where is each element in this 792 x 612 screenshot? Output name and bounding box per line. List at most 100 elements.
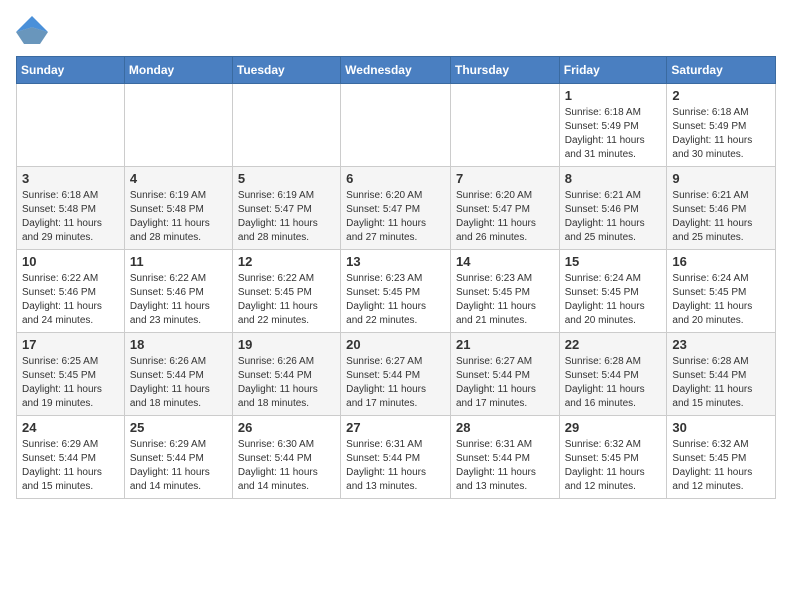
day-number: 10 [22,254,119,269]
day-info: Sunrise: 6:29 AM Sunset: 5:44 PM Dayligh… [130,438,227,494]
page-header [16,16,776,44]
day-info: Sunrise: 6:32 AM Sunset: 5:45 PM Dayligh… [672,438,770,494]
calendar-week-row: 3 Sunrise: 6:18 AM Sunset: 5:48 PM Daylig… [17,167,776,250]
calendar-cell: 30 Sunrise: 6:32 AM Sunset: 5:45 PM Dayli… [667,416,776,499]
day-number: 11 [130,254,227,269]
day-number: 29 [565,420,662,435]
calendar-table: SundayMondayTuesdayWednesdayThursdayFrid… [16,56,776,499]
calendar-cell: 19 Sunrise: 6:26 AM Sunset: 5:44 PM Dayli… [232,333,340,416]
calendar-body: 1 Sunrise: 6:18 AM Sunset: 5:49 PM Daylig… [17,84,776,499]
day-info: Sunrise: 6:19 AM Sunset: 5:47 PM Dayligh… [238,189,335,245]
day-info: Sunrise: 6:24 AM Sunset: 5:45 PM Dayligh… [565,272,662,328]
day-info: Sunrise: 6:19 AM Sunset: 5:48 PM Dayligh… [130,189,227,245]
header-day: Sunday [17,57,125,84]
day-number: 4 [130,171,227,186]
calendar-cell: 25Sunrise: 6:29 AM Sunset: 5:44 PM Dayli… [124,416,232,499]
day-number: 23 [672,337,770,352]
day-info: Sunrise: 6:32 AM Sunset: 5:45 PM Dayligh… [565,438,662,494]
calendar-cell: 10 Sunrise: 6:22 AM Sunset: 5:46 PM Dayli… [17,250,125,333]
calendar-cell: 23Sunrise: 6:28 AM Sunset: 5:44 PM Dayli… [667,333,776,416]
calendar-cell: 6 Sunrise: 6:20 AM Sunset: 5:47 PM Daylig… [341,167,451,250]
day-info: Sunrise: 6:20 AM Sunset: 5:47 PM Dayligh… [456,189,554,245]
calendar-cell: 16 Sunrise: 6:24 AM Sunset: 5:45 PM Dayli… [667,250,776,333]
day-number: 13 [346,254,445,269]
calendar-cell: 12 Sunrise: 6:22 AM Sunset: 5:45 PM Dayli… [232,250,340,333]
day-number: 24 [22,420,119,435]
day-info: Sunrise: 6:18 AM Sunset: 5:49 PM Dayligh… [565,106,662,162]
calendar-cell: 13 Sunrise: 6:23 AM Sunset: 5:45 PM Dayli… [341,250,451,333]
day-info: Sunrise: 6:27 AM Sunset: 5:44 PM Dayligh… [456,355,554,411]
day-number: 6 [346,171,445,186]
day-number: 19 [238,337,335,352]
day-number: 8 [565,171,662,186]
header-day: Friday [559,57,667,84]
day-info: Sunrise: 6:26 AM Sunset: 5:44 PM Dayligh… [238,355,335,411]
day-info: Sunrise: 6:22 AM Sunset: 5:46 PM Dayligh… [130,272,227,328]
calendar-cell: 22Sunrise: 6:28 AM Sunset: 5:44 PM Dayli… [559,333,667,416]
day-number: 2 [672,88,770,103]
calendar-cell [450,84,559,167]
day-number: 26 [238,420,335,435]
day-info: Sunrise: 6:20 AM Sunset: 5:47 PM Dayligh… [346,189,445,245]
day-number: 28 [456,420,554,435]
calendar-cell: 7 Sunrise: 6:20 AM Sunset: 5:47 PM Daylig… [450,167,559,250]
day-info: Sunrise: 6:31 AM Sunset: 5:44 PM Dayligh… [346,438,445,494]
calendar-cell: 28 Sunrise: 6:31 AM Sunset: 5:44 PM Dayli… [450,416,559,499]
day-number: 21 [456,337,554,352]
header-day: Tuesday [232,57,340,84]
calendar-cell [17,84,125,167]
logo [16,16,52,44]
calendar-cell: 3 Sunrise: 6:18 AM Sunset: 5:48 PM Daylig… [17,167,125,250]
day-number: 15 [565,254,662,269]
day-info: Sunrise: 6:29 AM Sunset: 5:44 PM Dayligh… [22,438,119,494]
day-info: Sunrise: 6:22 AM Sunset: 5:45 PM Dayligh… [238,272,335,328]
day-number: 20 [346,337,445,352]
day-number: 27 [346,420,445,435]
day-number: 30 [672,420,770,435]
day-info: Sunrise: 6:24 AM Sunset: 5:45 PM Dayligh… [672,272,770,328]
day-info: Sunrise: 6:28 AM Sunset: 5:44 PM Dayligh… [565,355,662,411]
day-number: 12 [238,254,335,269]
day-number: 9 [672,171,770,186]
calendar-cell: 8 Sunrise: 6:21 AM Sunset: 5:46 PM Daylig… [559,167,667,250]
calendar-cell: 1 Sunrise: 6:18 AM Sunset: 5:49 PM Daylig… [559,84,667,167]
calendar-week-row: 1 Sunrise: 6:18 AM Sunset: 5:49 PM Daylig… [17,84,776,167]
header-day: Wednesday [341,57,451,84]
header-day: Monday [124,57,232,84]
day-info: Sunrise: 6:21 AM Sunset: 5:46 PM Dayligh… [565,189,662,245]
day-number: 17 [22,337,119,352]
calendar-cell: 14 Sunrise: 6:23 AM Sunset: 5:45 PM Dayli… [450,250,559,333]
logo-icon [16,16,48,44]
day-info: Sunrise: 6:18 AM Sunset: 5:48 PM Dayligh… [22,189,119,245]
calendar-cell: 26Sunrise: 6:30 AM Sunset: 5:44 PM Dayli… [232,416,340,499]
day-number: 3 [22,171,119,186]
day-info: Sunrise: 6:18 AM Sunset: 5:49 PM Dayligh… [672,106,770,162]
day-number: 16 [672,254,770,269]
day-info: Sunrise: 6:23 AM Sunset: 5:45 PM Dayligh… [346,272,445,328]
calendar-week-row: 10 Sunrise: 6:22 AM Sunset: 5:46 PM Dayli… [17,250,776,333]
calendar-cell: 17 Sunrise: 6:25 AM Sunset: 5:45 PM Dayli… [17,333,125,416]
day-info: Sunrise: 6:27 AM Sunset: 5:44 PM Dayligh… [346,355,445,411]
day-number: 7 [456,171,554,186]
calendar-week-row: 24 Sunrise: 6:29 AM Sunset: 5:44 PM Dayli… [17,416,776,499]
calendar-week-row: 17 Sunrise: 6:25 AM Sunset: 5:45 PM Dayli… [17,333,776,416]
day-info: Sunrise: 6:22 AM Sunset: 5:46 PM Dayligh… [22,272,119,328]
day-number: 1 [565,88,662,103]
calendar-cell: 20 Sunrise: 6:27 AM Sunset: 5:44 PM Dayli… [341,333,451,416]
day-info: Sunrise: 6:21 AM Sunset: 5:46 PM Dayligh… [672,189,770,245]
day-number: 14 [456,254,554,269]
calendar-cell: 15 Sunrise: 6:24 AM Sunset: 5:45 PM Dayli… [559,250,667,333]
day-number: 18 [130,337,227,352]
header-row: SundayMondayTuesdayWednesdayThursdayFrid… [17,57,776,84]
calendar-cell: 29 Sunrise: 6:32 AM Sunset: 5:45 PM Dayli… [559,416,667,499]
calendar-cell: 4 Sunrise: 6:19 AM Sunset: 5:48 PM Daylig… [124,167,232,250]
calendar-cell: 11 Sunrise: 6:22 AM Sunset: 5:46 PM Dayli… [124,250,232,333]
calendar-cell: 2 Sunrise: 6:18 AM Sunset: 5:49 PM Daylig… [667,84,776,167]
calendar-cell [124,84,232,167]
day-info: Sunrise: 6:25 AM Sunset: 5:45 PM Dayligh… [22,355,119,411]
day-info: Sunrise: 6:26 AM Sunset: 5:44 PM Dayligh… [130,355,227,411]
day-info: Sunrise: 6:31 AM Sunset: 5:44 PM Dayligh… [456,438,554,494]
calendar-cell [232,84,340,167]
day-info: Sunrise: 6:23 AM Sunset: 5:45 PM Dayligh… [456,272,554,328]
calendar-header: SundayMondayTuesdayWednesdayThursdayFrid… [17,57,776,84]
